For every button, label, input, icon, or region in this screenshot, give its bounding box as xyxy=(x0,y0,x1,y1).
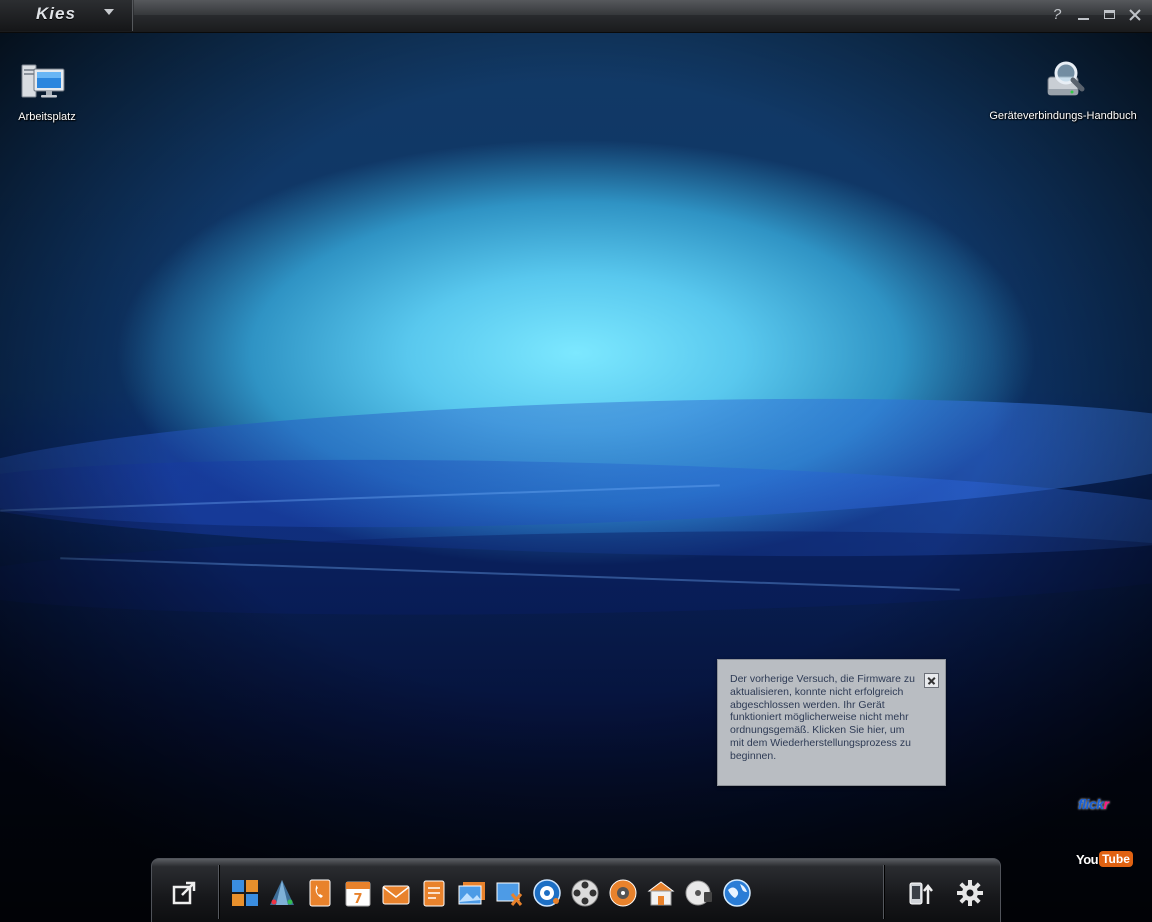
manual-search-icon xyxy=(1047,61,1085,96)
store-icon[interactable] xyxy=(646,878,676,908)
connect-icon[interactable] xyxy=(267,878,297,908)
device-update-icon[interactable] xyxy=(906,878,936,908)
photo-icon[interactable] xyxy=(457,878,487,908)
close-icon[interactable] xyxy=(1126,6,1144,24)
app-logo: Kies xyxy=(36,4,76,23)
podcast-icon[interactable] xyxy=(608,878,638,908)
wallpaper-vignette xyxy=(0,33,1152,922)
flickr-logo-part: r xyxy=(1103,796,1109,812)
music-icon[interactable] xyxy=(532,878,562,908)
flickr-link[interactable]: flickr xyxy=(1078,796,1109,812)
flickr-logo-part: flick xyxy=(1078,796,1104,812)
bottom-dock: 7 xyxy=(151,858,1001,922)
svg-text:7: 7 xyxy=(353,892,362,907)
message-icon[interactable] xyxy=(381,878,411,908)
dock-separator xyxy=(883,865,884,919)
apps-icon[interactable] xyxy=(230,878,260,908)
youtube-logo-part: You xyxy=(1076,851,1099,867)
youtube-logo-part: Tube xyxy=(1099,851,1133,867)
desktop-icon-arbeitsplatz[interactable]: Arbeitsplatz xyxy=(8,61,86,129)
phonebook-icon[interactable] xyxy=(305,878,335,908)
calendar-icon[interactable]: 7 xyxy=(343,878,373,908)
maximize-icon[interactable] xyxy=(1100,6,1118,24)
youtube-link[interactable]: You Tube xyxy=(1076,851,1133,867)
title-bar: Kies ? xyxy=(0,0,1152,33)
desktop-icon-label: Geräteverbindungs-Handbuch xyxy=(989,110,1137,122)
video-icon[interactable] xyxy=(570,878,600,908)
external-open-icon[interactable] xyxy=(169,878,199,908)
cd-icon[interactable] xyxy=(684,878,714,908)
desktop-icon-label: Arbeitsplatz xyxy=(18,111,76,123)
chevron-down-icon[interactable] xyxy=(104,9,114,15)
help-icon[interactable]: ? xyxy=(1048,6,1066,24)
dock-separator xyxy=(218,865,219,919)
app-menu[interactable]: Kies xyxy=(0,0,133,31)
notification-message[interactable]: Der vorherige Versuch, die Firmware zu a… xyxy=(730,673,918,763)
minimize-icon[interactable] xyxy=(1074,6,1092,24)
window-controls: ? xyxy=(1048,6,1144,24)
close-icon[interactable] xyxy=(924,673,939,688)
globe-icon[interactable] xyxy=(722,878,752,908)
memo-icon[interactable] xyxy=(419,878,449,908)
photo-edit-icon[interactable] xyxy=(494,878,524,908)
desktop: Arbeitsplatz Geräteverbindungs-Handbuch xyxy=(0,33,1152,922)
desktop-icon-connection-manual[interactable]: Geräteverbindungs-Handbuch xyxy=(986,59,1140,129)
firmware-recovery-notification[interactable]: Der vorherige Versuch, die Firmware zu a… xyxy=(717,659,946,786)
settings-icon[interactable] xyxy=(955,878,985,908)
computer-icon xyxy=(21,64,65,98)
